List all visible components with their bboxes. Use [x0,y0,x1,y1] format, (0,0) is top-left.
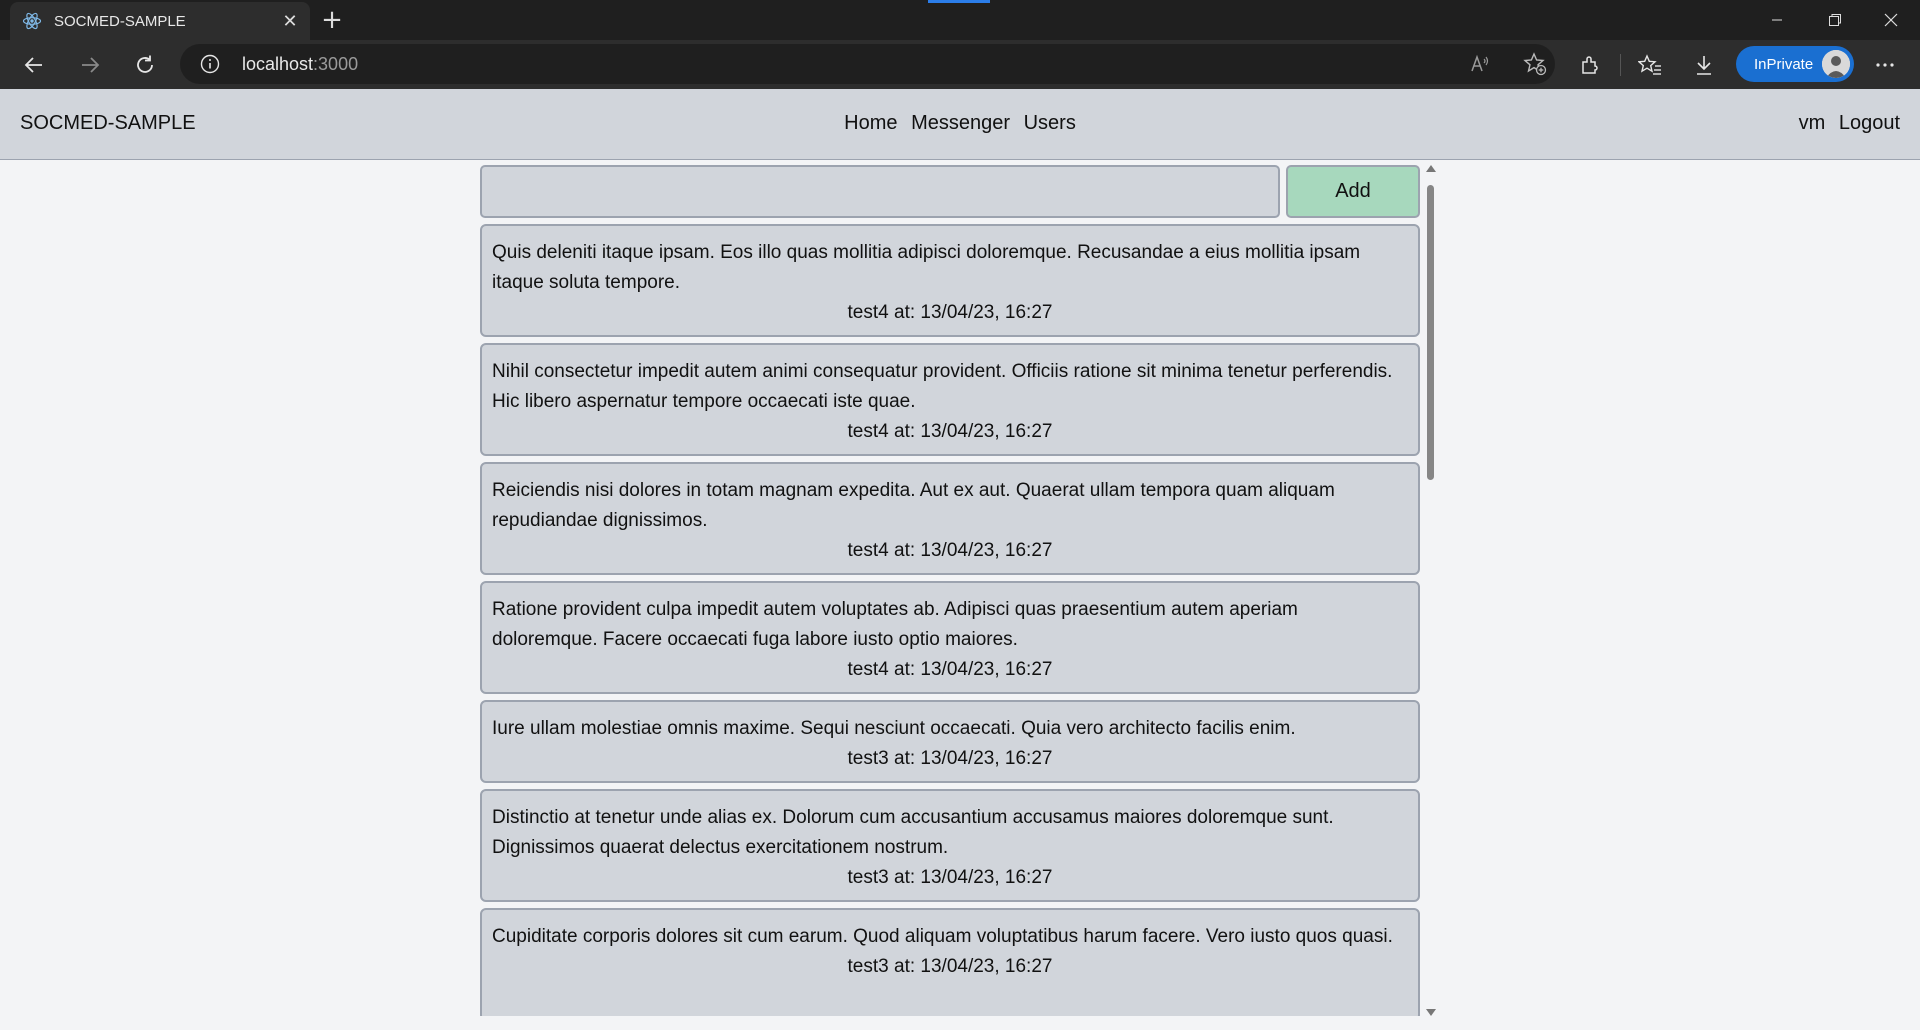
add-favorite-icon[interactable] [1523,52,1547,76]
page: SOCMED-SAMPLE Home Messenger Users vm Lo… [0,89,1920,1030]
new-post-input[interactable] [480,165,1280,218]
back-icon[interactable] [16,47,52,83]
address-bar[interactable]: localhost:3000 [180,44,1555,84]
post-card: Quis deleniti itaque ipsam. Eos illo qua… [480,224,1420,337]
post-composer: Add [480,165,1420,218]
nav-home[interactable]: Home [844,112,897,134]
site-info-icon[interactable] [200,54,220,74]
post-meta: test4 at: 13/04/23, 16:27 [847,302,1053,323]
logout-link[interactable]: Logout [1839,112,1900,134]
username-link[interactable]: vm [1799,112,1826,134]
inprivate-button[interactable]: InPrivate [1736,46,1854,82]
post-text: Iure ullam molestiae omnis maxime. Sequi… [492,718,1296,739]
forward-icon[interactable] [72,47,108,83]
post-card: Nihil consectetur impedit autem animi co… [480,343,1420,456]
url-text: localhost:3000 [242,54,358,75]
post-meta: test3 at: 13/04/23, 16:27 [847,956,1053,977]
browser-toolbar: localhost:3000 InPrivate [0,40,1920,89]
post-meta: test4 at: 13/04/23, 16:27 [847,421,1053,442]
post-meta: test3 at: 13/04/23, 16:27 [847,867,1053,888]
post-card: Iure ullam molestiae omnis maxime. Sequi… [480,700,1420,783]
user-menu: vm Logout [1791,112,1900,135]
post-card: Reiciendis nisi dolores in totam magnam … [480,462,1420,575]
scroll-down-icon[interactable] [1426,1009,1436,1016]
nav-messenger[interactable]: Messenger [911,112,1010,134]
browser-titlebar: SOCMED-SAMPLE ✕ + [0,0,1920,40]
read-aloud-icon[interactable] [1468,52,1492,76]
post-text: Nihil consectetur impedit autem animi co… [492,361,1393,412]
minimize-icon[interactable] [1748,0,1806,40]
inprivate-label: InPrivate [1754,55,1814,73]
post-text: Quis deleniti itaque ipsam. Eos illo qua… [492,242,1361,293]
post-card: Ratione provident culpa impedit autem vo… [480,581,1420,694]
extensions-icon[interactable] [1572,47,1608,83]
post-text: Ratione provident culpa impedit autem vo… [492,599,1298,650]
tab-title: SOCMED-SAMPLE [54,12,186,30]
downloads-icon[interactable] [1686,47,1722,83]
feed-scrollbar[interactable] [1424,165,1438,1020]
nav-users[interactable]: Users [1024,112,1076,134]
close-tab-icon[interactable]: ✕ [276,7,304,35]
post-feed: Add Quis deleniti itaque ipsam. Eos illo… [480,165,1420,1016]
scrollbar-thumb[interactable] [1427,185,1434,480]
post-meta: test3 at: 13/04/23, 16:27 [847,748,1053,769]
url-host: localhost [242,54,314,74]
post-card: Cupiditate corporis dolores sit cum earu… [480,908,1420,1016]
url-port: :3000 [313,54,359,74]
toolbar-divider [1620,54,1621,76]
nav-links: Home Messenger Users [0,112,1920,135]
post-meta: test4 at: 13/04/23, 16:27 [847,659,1053,680]
close-window-icon[interactable] [1862,0,1920,40]
post-text: Distinctio at tenetur unde alias ex. Dol… [492,807,1334,858]
reload-icon[interactable] [127,47,163,83]
post-text: Cupiditate corporis dolores sit cum earu… [492,926,1393,947]
loading-indicator [928,0,990,3]
post-card: Distinctio at tenetur unde alias ex. Dol… [480,789,1420,902]
post-meta: test4 at: 13/04/23, 16:27 [847,540,1053,561]
add-post-button[interactable]: Add [1286,165,1420,218]
profile-avatar-icon [1822,50,1850,78]
react-icon [22,11,42,31]
browser-tab[interactable]: SOCMED-SAMPLE ✕ [10,2,310,40]
scroll-up-icon[interactable] [1426,165,1436,172]
favorites-icon[interactable] [1632,47,1668,83]
new-tab-icon[interactable]: + [318,5,346,35]
restore-icon[interactable] [1806,0,1864,40]
app-navbar: SOCMED-SAMPLE Home Messenger Users vm Lo… [0,89,1920,160]
post-text: Reiciendis nisi dolores in totam magnam … [492,480,1335,531]
more-options-icon[interactable] [1867,47,1903,83]
